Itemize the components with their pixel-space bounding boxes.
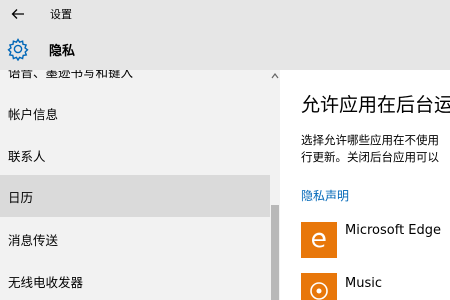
sidebar-scrollbar[interactable] xyxy=(270,70,280,300)
window-title: 设置 xyxy=(50,8,72,21)
title-bar: 设置 xyxy=(0,0,450,28)
edge-icon xyxy=(312,232,326,248)
scroll-up-arrow-icon[interactable] xyxy=(271,72,279,80)
gear-icon xyxy=(7,38,29,61)
sidebar-item-label: 语音、墨迹书写和键入 xyxy=(8,70,134,80)
description-line: 行更新。关闭后台应用可以 xyxy=(301,150,439,164)
sidebar-item-contacts[interactable]: 联系人 xyxy=(0,134,270,176)
page-header: 隐私 xyxy=(0,28,450,70)
section-description: 选择允许哪些应用在不使用 行更新。关闭后台应用可以 xyxy=(301,132,450,166)
section-title: 允许应用在后台运行 xyxy=(301,94,450,116)
sidebar-item-radios[interactable]: 无线电收发器 xyxy=(0,260,270,300)
sidebar-item-label: 无线电收发器 xyxy=(8,274,84,290)
music-icon xyxy=(310,282,328,300)
description-line: 选择允许哪些应用在不使用 xyxy=(301,133,439,147)
sidebar-item-messaging[interactable]: 消息传送 xyxy=(0,218,270,260)
sidebar-item-label: 联系人 xyxy=(8,148,46,164)
back-button[interactable] xyxy=(6,3,30,25)
app-tile-edge xyxy=(301,222,337,258)
privacy-statement-link[interactable]: 隐私声明 xyxy=(301,187,349,204)
sidebar-item-label: 帐户信息 xyxy=(8,106,59,122)
sidebar-item-calendar[interactable]: 日历 xyxy=(0,175,270,217)
sidebar: 语音、墨迹书写和键入 帐户信息 联系人 日历 消息传送 无线电收发器 xyxy=(0,70,280,300)
app-name-edge: Microsoft Edge xyxy=(345,223,442,238)
scrollbar-thumb[interactable] xyxy=(271,205,279,300)
main-content: 允许应用在后台运行 选择允许哪些应用在不使用 行更新。关闭后台应用可以 隐私声明… xyxy=(280,70,450,300)
sidebar-item-label: 消息传送 xyxy=(8,232,59,248)
app-tile-music xyxy=(301,273,337,300)
sidebar-item-speech-inking[interactable]: 语音、墨迹书写和键入 xyxy=(0,70,270,92)
sidebar-item-label: 日历 xyxy=(8,189,34,205)
page-title: 隐私 xyxy=(49,44,76,59)
app-name-music: Music xyxy=(345,276,382,291)
sidebar-item-account-info[interactable]: 帐户信息 xyxy=(0,92,270,134)
back-arrow-icon xyxy=(11,9,24,19)
